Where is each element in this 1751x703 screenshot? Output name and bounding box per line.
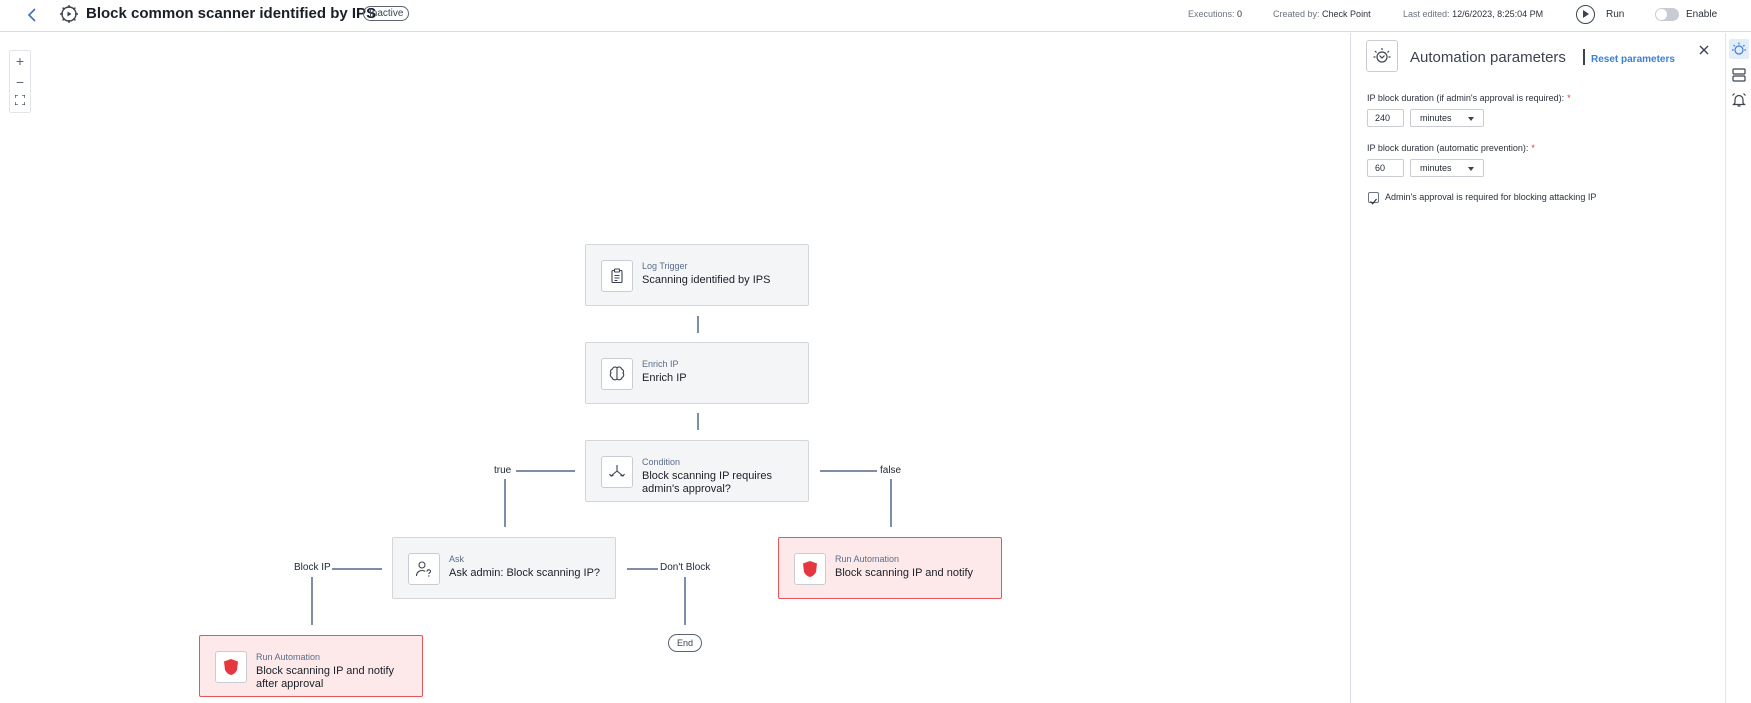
split-arrows-icon [601, 456, 633, 488]
created-by-meta: Created by: Check Point [1273, 9, 1371, 19]
flow-node-run-automation-approval[interactable]: Run Automation Block scanning IP and not… [199, 635, 423, 697]
connector-false-down [890, 479, 892, 527]
page-title: Block common scanner identified by IPS [86, 5, 377, 22]
right-side-rail [1725, 33, 1751, 703]
parameters-tab-icon[interactable] [1729, 39, 1749, 59]
alarm-bell-icon[interactable] [1729, 90, 1749, 110]
node-type: Log Trigger [642, 261, 688, 271]
node-name: Block scanning IP and notify after appro… [256, 665, 394, 690]
layout-panels-icon[interactable] [1729, 65, 1749, 85]
shield-icon [794, 553, 826, 585]
edge-label-dont-block: Don't Block [660, 562, 711, 573]
automatic-duration-unit-select[interactable]: minutes [1410, 159, 1484, 177]
node-type: Run Automation [835, 554, 900, 564]
field-label-text: IP block duration (if admin's approval i… [1367, 93, 1565, 103]
node-type: Enrich IP [642, 359, 679, 369]
flow-end-node: End [668, 634, 702, 652]
enable-label: Enable [1686, 9, 1718, 20]
required-mark: * [1531, 143, 1535, 153]
flow-node-condition[interactable]: Condition Block scanning IP requires adm… [585, 440, 809, 502]
fit-view-icon [14, 94, 26, 106]
created-by-value: Check Point [1322, 9, 1371, 19]
brain-icon [601, 358, 633, 390]
connector-enrich-condition [697, 413, 699, 430]
connector-true-down [504, 479, 506, 527]
executions-meta: Executions: 0 [1188, 9, 1242, 19]
connector-trigger-enrich [697, 316, 699, 333]
connector-condition-false [820, 470, 877, 472]
admin-approval-checkbox[interactable] [1368, 192, 1379, 205]
edge-label-block-ip: Block IP [294, 562, 331, 573]
executions-value: 0 [1237, 9, 1243, 19]
flow-node-enrich-ip[interactable]: Enrich IP Enrich IP [585, 342, 809, 404]
flow-node-log-trigger[interactable]: Log Trigger Scanning identified by IPS [585, 244, 809, 306]
connector-block-down [311, 577, 313, 625]
flow-node-run-automation-notify[interactable]: Run Automation Block scanning IP and not… [778, 537, 1002, 599]
connector-condition-true [516, 470, 575, 472]
chevron-down-icon [1468, 117, 1474, 121]
node-type: Ask [449, 554, 465, 564]
edge-label-false: false [880, 465, 902, 476]
zoom-in-button[interactable]: + [10, 51, 30, 72]
title-divider [1583, 49, 1585, 65]
node-name: Block scanning IP and notify [835, 567, 973, 579]
run-button[interactable]: Run [1606, 9, 1624, 20]
executions-label: Executions: [1188, 9, 1235, 19]
connector-ask-block [332, 568, 382, 570]
created-by-label: Created by: [1273, 9, 1320, 19]
automation-parameters-panel: Automation parameters Reset parameters I… [1350, 33, 1724, 703]
field-label-text: IP block duration (automatic prevention)… [1367, 143, 1529, 153]
fit-view-button[interactable] [10, 93, 30, 114]
zoom-controls: + − [9, 50, 31, 113]
top-bar: Block common scanner identified by IPS I… [0, 0, 1751, 32]
zoom-out-button[interactable]: − [10, 72, 30, 93]
node-name: Ask admin: Block scanning IP? [449, 567, 601, 579]
parameters-bulb-icon [1366, 40, 1398, 72]
automation-gear-icon [58, 3, 80, 25]
field-label-approval-duration: IP block duration (if admin's approval i… [1367, 93, 1571, 103]
node-name: Block scanning IP requires admin's appro… [642, 470, 773, 495]
checkmark-icon [1370, 198, 1377, 205]
connector-ask-dontblock [627, 568, 658, 570]
chevron-down-icon [1468, 167, 1474, 171]
automatic-duration-input[interactable]: 60 [1367, 159, 1404, 177]
node-name: Enrich IP [642, 372, 687, 384]
unit-value: minutes [1420, 163, 1452, 173]
field-label-automatic-duration: IP block duration (automatic prevention)… [1367, 143, 1535, 153]
panel-title: Automation parameters [1410, 49, 1566, 66]
last-edited-meta: Last edited: 12/6/2023, 8:25:04 PM [1403, 9, 1543, 19]
connector-dontblock-down [684, 577, 686, 625]
user-question-icon [408, 553, 440, 585]
node-name: Scanning identified by IPS [642, 274, 771, 286]
run-play-icon[interactable] [1576, 5, 1595, 24]
enable-toggle[interactable] [1655, 8, 1679, 21]
back-arrow-icon[interactable] [22, 4, 44, 26]
unit-value: minutes [1420, 113, 1452, 123]
clipboard-icon [601, 260, 633, 292]
status-badge: Inactive [363, 6, 410, 21]
edge-label-true: true [494, 465, 512, 476]
last-edited-value: 12/6/2023, 8:25:04 PM [1452, 9, 1544, 19]
last-edited-label: Last edited: [1403, 9, 1450, 19]
close-icon[interactable] [1697, 43, 1711, 57]
shield-icon [215, 651, 247, 683]
approval-duration-unit-select[interactable]: minutes [1410, 109, 1484, 127]
flow-node-ask[interactable]: Ask Ask admin: Block scanning IP? [392, 537, 616, 599]
node-type: Run Automation [256, 652, 321, 662]
required-mark: * [1567, 93, 1571, 103]
approval-duration-input[interactable]: 240 [1367, 109, 1404, 127]
admin-approval-checkbox-label: Admin's approval is required for blockin… [1385, 192, 1597, 202]
reset-parameters-link[interactable]: Reset parameters [1591, 54, 1675, 65]
node-type: Condition [642, 457, 681, 467]
